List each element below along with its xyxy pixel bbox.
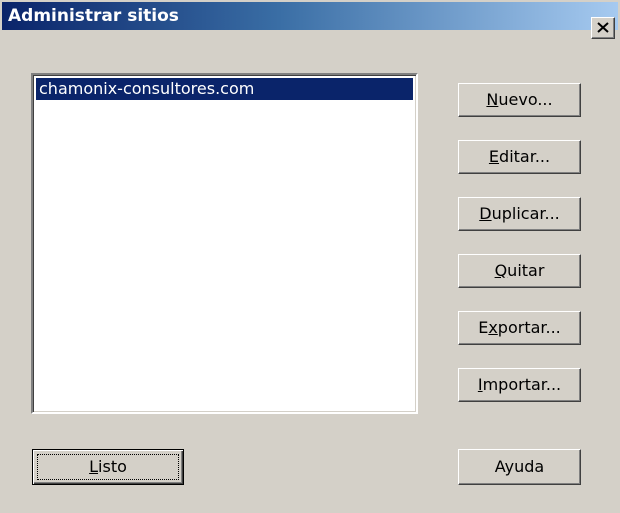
duplicate-button[interactable]: Duplicar... <box>458 197 581 231</box>
new-button-mnemonic: N <box>486 90 499 109</box>
manage-sites-dialog: Administrar sitios chamonix-consultores.… <box>0 0 620 513</box>
site-list-item[interactable]: chamonix-consultores.com <box>36 78 413 100</box>
new-button[interactable]: Nuevo... <box>458 83 581 117</box>
remove-button-mnemonic: Q <box>494 261 508 280</box>
site-list[interactable]: chamonix-consultores.com <box>31 73 418 414</box>
edit-button-mnemonic: E <box>488 147 500 166</box>
new-button-label: uevo... <box>498 90 553 109</box>
done-button-mnemonic: L <box>89 457 99 476</box>
done-button-label: isto <box>98 457 127 476</box>
site-list-item-label: chamonix-consultores.com <box>39 79 255 98</box>
close-icon <box>597 22 609 33</box>
export-button-label: portar... <box>497 318 561 337</box>
remove-button[interactable]: Quitar <box>458 254 581 288</box>
export-button-prefix: E <box>478 318 489 337</box>
done-button[interactable]: Listo <box>32 449 184 485</box>
export-button-mnemonic: x <box>488 318 498 337</box>
close-button[interactable] <box>591 17 615 39</box>
import-button-label: mportar... <box>482 375 562 394</box>
export-button[interactable]: Exportar... <box>458 311 581 345</box>
remove-button-label: uitar <box>507 261 545 280</box>
help-button[interactable]: Ayuda <box>458 449 581 485</box>
edit-button[interactable]: Editar... <box>458 140 581 174</box>
window-title: Administrar sitios <box>8 6 179 26</box>
edit-button-label: ditar... <box>499 147 551 166</box>
title-bar[interactable]: Administrar sitios <box>2 2 618 30</box>
duplicate-button-mnemonic: D <box>479 204 492 223</box>
import-button[interactable]: Importar... <box>458 368 581 402</box>
duplicate-button-label: uplicar... <box>491 204 560 223</box>
help-button-label: Ayuda <box>494 457 545 476</box>
